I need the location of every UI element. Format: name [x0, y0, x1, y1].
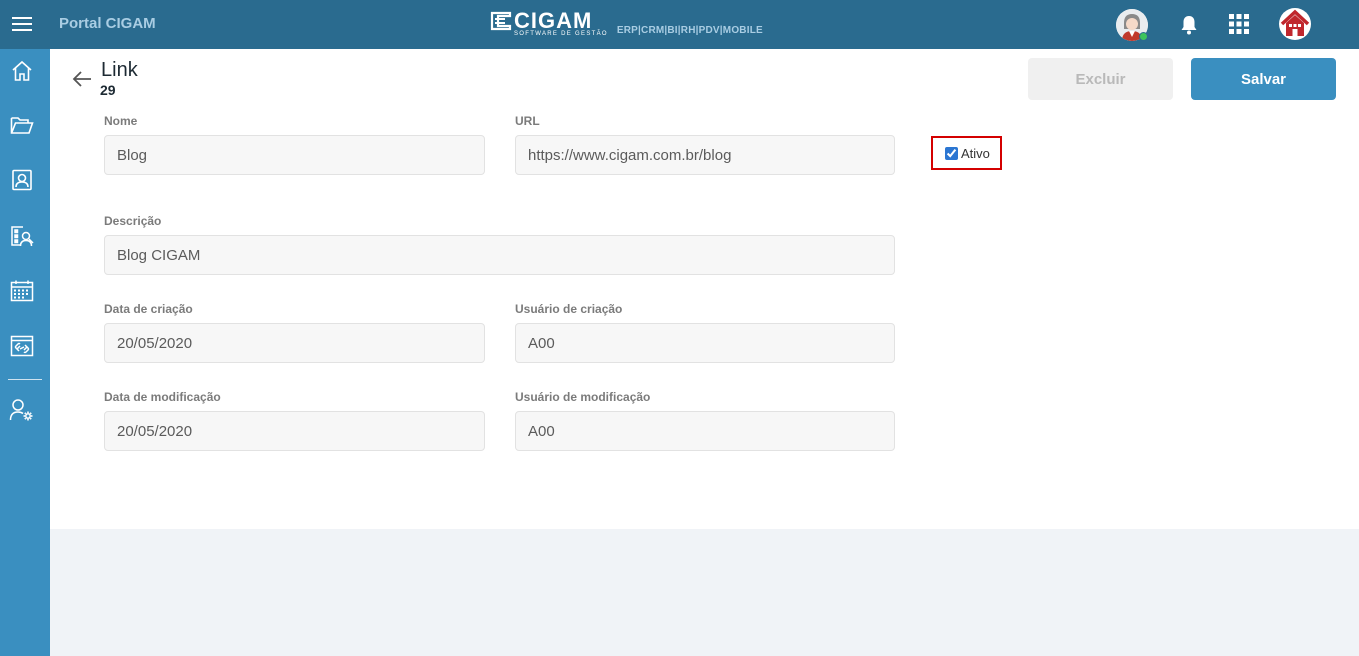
sidebar-item-people-list[interactable]	[0, 216, 44, 256]
contacts-icon	[12, 169, 32, 191]
active-checkbox[interactable]	[945, 146, 958, 160]
sidebar-item-user-settings[interactable]	[0, 390, 44, 430]
description-label: Descrição	[104, 214, 162, 228]
modified-date-label: Data de modificação	[104, 390, 221, 404]
page-title: Link	[101, 59, 138, 81]
form-panel	[50, 49, 1359, 529]
record-id: 29	[100, 82, 116, 98]
created-date-label: Data de criação	[104, 302, 193, 316]
brand-modules: ERP|CRM|BI|RH|PDV|MOBILE	[616, 25, 763, 36]
sidebar-item-calendar[interactable]	[0, 271, 44, 311]
people-list-icon	[11, 226, 34, 247]
url-input[interactable]	[515, 135, 895, 175]
portal-title[interactable]: Portal CIGAM	[59, 15, 156, 32]
sidebar	[0, 49, 50, 656]
active-checkbox-label[interactable]: Ativo	[961, 146, 990, 161]
created-user-label: Usuário de criação	[515, 302, 623, 316]
apps-grid-icon[interactable]	[1229, 14, 1249, 34]
calendar-icon	[10, 280, 34, 302]
notification-bell-icon[interactable]	[1180, 15, 1198, 35]
home-icon	[12, 60, 32, 81]
user-settings-icon	[9, 399, 33, 421]
active-checkbox-group: Ativo	[931, 136, 1002, 170]
url-label: URL	[515, 114, 540, 128]
folder-icon	[10, 117, 34, 134]
created-date-field	[104, 323, 485, 363]
online-status-indicator	[1139, 32, 1148, 41]
modified-date-field	[104, 411, 485, 451]
company-house-icon[interactable]	[1278, 7, 1312, 41]
modified-user-field	[515, 411, 895, 451]
modified-user-label: Usuário de modificação	[515, 390, 651, 404]
links-icon	[10, 335, 34, 357]
save-button[interactable]: Salvar	[1191, 58, 1336, 100]
cigam-mark-icon	[490, 11, 512, 31]
created-user-field	[515, 323, 895, 363]
name-input[interactable]	[104, 135, 485, 175]
delete-button[interactable]: Excluir	[1028, 58, 1173, 100]
top-bar: Portal CIGAM CIGAM SOFTWARE DE GESTÃO ER…	[0, 0, 1359, 49]
sidebar-item-home[interactable]	[0, 51, 44, 91]
sidebar-divider	[8, 379, 42, 380]
name-label: Nome	[104, 114, 138, 128]
description-input[interactable]	[104, 235, 895, 275]
sidebar-item-contacts[interactable]	[0, 160, 44, 200]
brand-logo: CIGAM SOFTWARE DE GESTÃO ERP|CRM|BI|RH|P…	[490, 10, 763, 38]
brand-tagline: SOFTWARE DE GESTÃO	[514, 31, 608, 37]
back-arrow-icon[interactable]	[72, 70, 92, 88]
hamburger-menu-icon[interactable]	[0, 0, 44, 48]
sidebar-item-documents[interactable]	[0, 105, 44, 145]
brand-name: CIGAM	[514, 8, 593, 33]
sidebar-item-links[interactable]	[0, 326, 44, 366]
